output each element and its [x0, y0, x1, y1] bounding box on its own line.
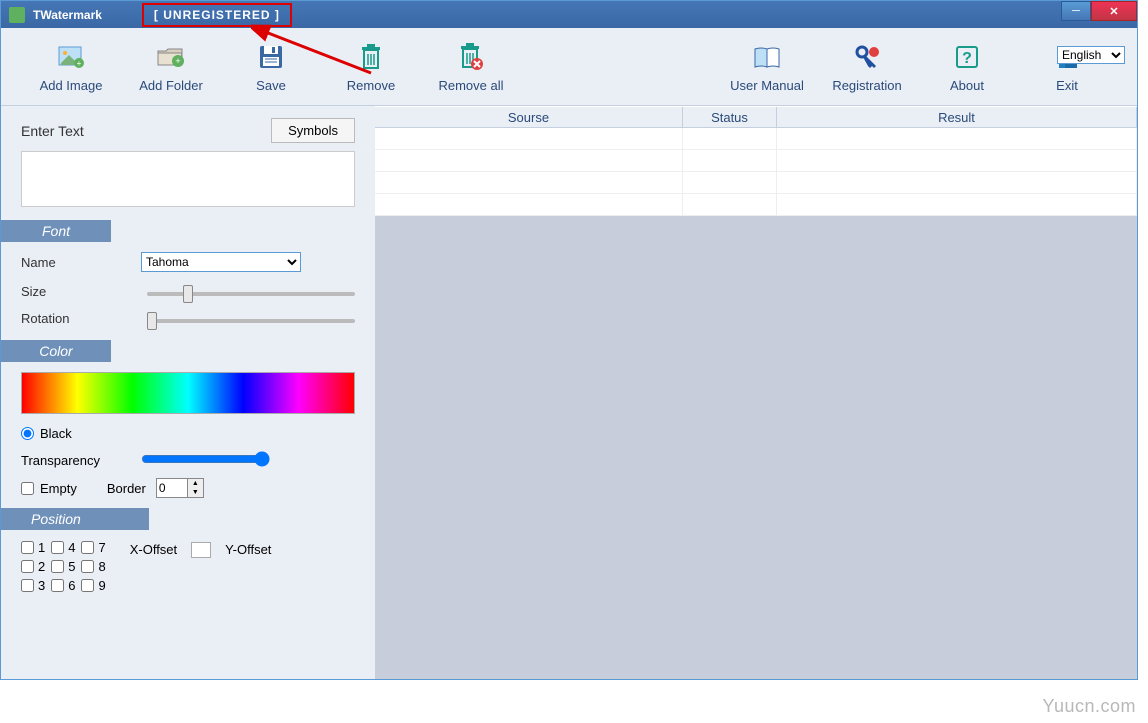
registration-label: Registration [832, 78, 901, 93]
user-manual-icon [753, 40, 781, 74]
table-row [375, 150, 1137, 172]
text-input[interactable] [21, 151, 355, 207]
exit-label: Exit [1056, 78, 1078, 93]
font-size-slider[interactable] [147, 292, 355, 296]
user-manual-label: User Manual [730, 78, 804, 93]
font-size-label: Size [21, 284, 141, 299]
col-source[interactable]: Sourse [375, 107, 683, 127]
pos-7-check[interactable] [81, 541, 94, 554]
font-header: Font [1, 220, 111, 242]
empty-label: Empty [40, 481, 77, 496]
svg-text:+: + [77, 59, 82, 68]
right-panel: Sourse Status Result [375, 106, 1137, 679]
content-area: Enter Text Symbols Font Name Tahoma Size… [1, 106, 1137, 679]
save-button[interactable]: Save [221, 40, 321, 93]
remove-button[interactable]: Remove [321, 40, 421, 93]
spinner-up-icon[interactable]: ▲ [188, 479, 203, 488]
table-body [375, 128, 1137, 216]
page-watermark: Yuucn.com [1042, 696, 1136, 717]
app-window: TWatermark [ UNREGISTERED ] ─ ✕ + Add Im… [0, 0, 1138, 680]
font-section: Name Tahoma Size Rotation [1, 242, 375, 340]
font-name-select[interactable]: Tahoma [141, 252, 301, 272]
add-folder-icon: + [156, 40, 186, 74]
unregistered-badge: [ UNREGISTERED ] [142, 3, 292, 27]
remove-all-icon [458, 40, 484, 74]
position-header: Position [1, 508, 149, 530]
save-label: Save [256, 78, 286, 93]
toolbar: + Add Image + Add Folder Save Remove [1, 28, 1137, 106]
table-header: Sourse Status Result [375, 106, 1137, 128]
add-image-icon: + [57, 40, 85, 74]
remove-icon [359, 40, 383, 74]
about-label: About [950, 78, 984, 93]
rotation-label: Rotation [21, 311, 141, 326]
pos-2-check[interactable] [21, 560, 34, 573]
spinner-down-icon[interactable]: ▼ [188, 488, 203, 497]
about-icon: ? [955, 40, 979, 74]
color-black-label: Black [40, 426, 72, 441]
transparency-slider[interactable] [141, 451, 270, 467]
remove-label: Remove [347, 78, 395, 93]
text-entry-section: Enter Text Symbols [1, 106, 375, 220]
remove-all-label: Remove all [438, 78, 503, 93]
add-image-label: Add Image [40, 78, 103, 93]
y-offset-label: Y-Offset [225, 542, 271, 557]
pos-5-check[interactable] [51, 560, 64, 573]
pos-9-check[interactable] [81, 579, 94, 592]
app-title: TWatermark [33, 8, 102, 22]
about-button[interactable]: ? About [917, 40, 1017, 93]
col-result[interactable]: Result [777, 107, 1137, 127]
pos-3-check[interactable] [21, 579, 34, 592]
font-name-label: Name [21, 255, 141, 270]
color-header: Color [1, 340, 111, 362]
pos-6-check[interactable] [51, 579, 64, 592]
border-spinner[interactable]: ▲▼ [156, 478, 204, 498]
language-select-wrap: English [1057, 46, 1125, 64]
border-label: Border [107, 481, 146, 496]
pos-8-check[interactable] [81, 560, 94, 573]
table-row [375, 128, 1137, 150]
position-section: 1 2 3 4 5 6 7 8 9 X-O [1, 530, 375, 603]
x-offset-label: X-Offset [130, 542, 177, 557]
pos-4-check[interactable] [51, 541, 64, 554]
close-button[interactable]: ✕ [1091, 1, 1137, 21]
col-status[interactable]: Status [683, 107, 777, 127]
color-section: Black Transparency Empty Border [1, 362, 375, 508]
transparency-label: Transparency [21, 453, 141, 468]
remove-all-button[interactable]: Remove all [421, 40, 521, 93]
registration-icon [854, 40, 880, 74]
color-black-radio[interactable] [21, 427, 34, 440]
minimize-button[interactable]: ─ [1061, 1, 1091, 21]
empty-checkbox[interactable] [21, 482, 34, 495]
window-controls: ─ ✕ [1061, 1, 1137, 21]
save-icon [258, 40, 284, 74]
preview-area [375, 216, 1137, 679]
color-spectrum[interactable] [21, 372, 355, 414]
language-select[interactable]: English [1057, 46, 1125, 64]
add-folder-button[interactable]: + Add Folder [121, 40, 221, 93]
rotation-slider[interactable] [147, 319, 355, 323]
border-value[interactable] [157, 479, 187, 497]
pos-1-check[interactable] [21, 541, 34, 554]
add-folder-label: Add Folder [139, 78, 203, 93]
x-offset-box[interactable] [191, 542, 211, 558]
svg-text:?: ? [962, 50, 972, 67]
table-row [375, 194, 1137, 216]
symbols-button[interactable]: Symbols [271, 118, 355, 143]
enter-text-label: Enter Text [21, 123, 271, 139]
titlebar: TWatermark [ UNREGISTERED ] ─ ✕ [1, 1, 1137, 28]
svg-text:+: + [175, 56, 180, 66]
left-panel: Enter Text Symbols Font Name Tahoma Size… [1, 106, 375, 679]
registration-button[interactable]: Registration [817, 40, 917, 93]
app-icon [9, 7, 25, 23]
user-manual-button[interactable]: User Manual [717, 40, 817, 93]
add-image-button[interactable]: + Add Image [21, 40, 121, 93]
table-row [375, 172, 1137, 194]
